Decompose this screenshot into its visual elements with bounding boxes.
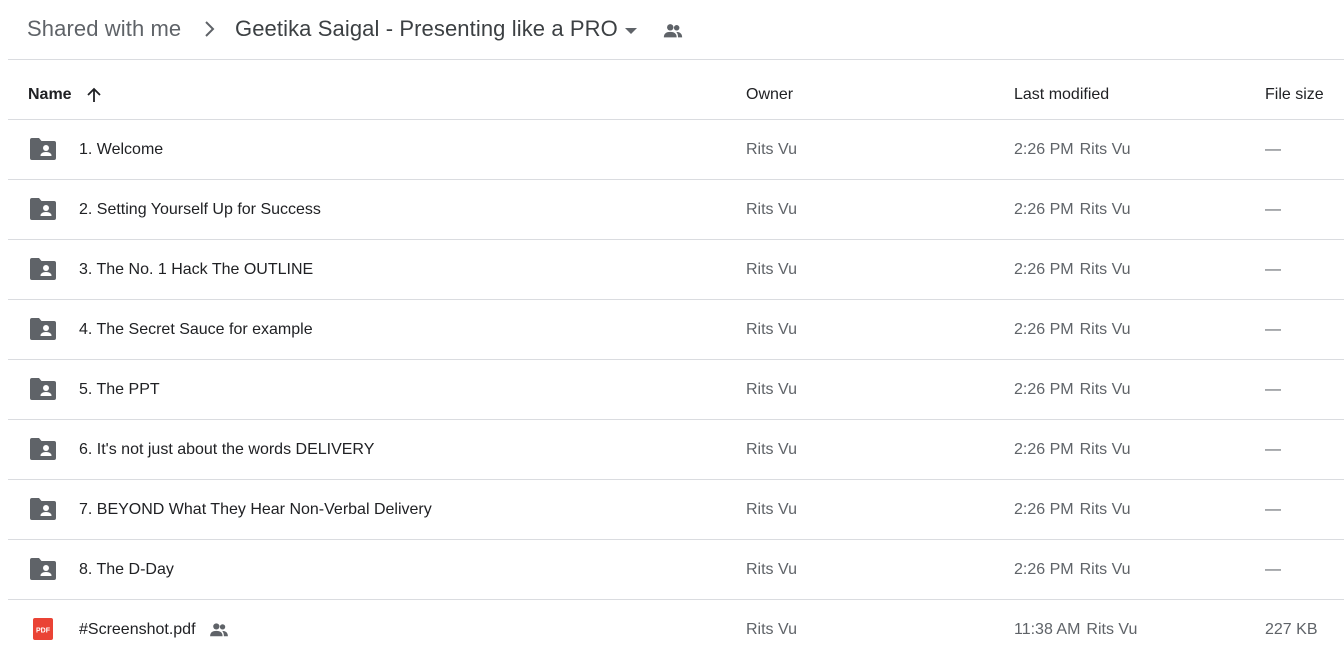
people-icon: [210, 623, 228, 637]
modified-by: Rits Vu: [1079, 441, 1131, 458]
file-row[interactable]: 8. The D-Day Rits Vu 2:26 PM Rits Vu —: [8, 540, 1344, 600]
file-name: 2. Setting Yourself Up for Success: [79, 201, 321, 218]
modified-time: 11:38 AM: [1014, 621, 1081, 638]
file-size: 227 KB: [1265, 621, 1318, 638]
shared-folder-icon: [30, 198, 56, 220]
file-size: —: [1265, 141, 1281, 158]
file-name: 7. BEYOND What They Hear Non-Verbal Deli…: [79, 501, 432, 518]
modified-by: Rits Vu: [1079, 321, 1131, 338]
arrow-up-icon[interactable]: [85, 86, 103, 104]
modified-time: 2:26 PM: [1014, 441, 1074, 458]
file-modified: 2:26 PM Rits Vu: [1014, 201, 1131, 219]
file-row[interactable]: 2. Setting Yourself Up for Success Rits …: [8, 180, 1344, 240]
file-row[interactable]: 6. It's not just about the words DELIVER…: [8, 420, 1344, 480]
file-modified: 2:26 PM Rits Vu: [1014, 261, 1131, 279]
file-name: 8. The D-Day: [79, 561, 174, 578]
file-size: —: [1265, 201, 1281, 218]
people-icon[interactable]: [662, 22, 684, 40]
file-modified: 2:26 PM Rits Vu: [1014, 561, 1131, 579]
file-owner: Rits Vu: [746, 141, 797, 158]
file-size: —: [1265, 561, 1281, 578]
file-row[interactable]: 4. The Secret Sauce for example Rits Vu …: [8, 300, 1344, 360]
modified-by: Rits Vu: [1079, 141, 1131, 158]
file-row[interactable]: 7. BEYOND What They Hear Non-Verbal Deli…: [8, 480, 1344, 540]
shared-folder-icon: [30, 378, 56, 400]
shared-folder-icon: [30, 258, 56, 280]
column-header-name[interactable]: Name: [28, 86, 72, 104]
file-modified: 2:26 PM Rits Vu: [1014, 441, 1131, 459]
caret-down-icon[interactable]: [624, 27, 638, 35]
file-size: —: [1265, 501, 1281, 518]
modified-by: Rits Vu: [1079, 381, 1131, 398]
modified-by: Rits Vu: [1086, 621, 1138, 638]
file-modified: 2:26 PM Rits Vu: [1014, 381, 1131, 399]
modified-time: 2:26 PM: [1014, 141, 1074, 158]
file-owner: Rits Vu: [746, 621, 797, 638]
column-header-row: Name Owner Last modified File size: [8, 60, 1344, 120]
file-size: —: [1265, 381, 1281, 398]
file-name: 5. The PPT: [79, 381, 160, 398]
file-modified: 2:26 PM Rits Vu: [1014, 141, 1131, 159]
file-owner: Rits Vu: [746, 201, 797, 218]
modified-time: 2:26 PM: [1014, 321, 1074, 338]
file-name: 3. The No. 1 Hack The OUTLINE: [79, 261, 314, 278]
modified-time: 2:26 PM: [1014, 201, 1074, 218]
modified-time: 2:26 PM: [1014, 261, 1074, 278]
file-owner: Rits Vu: [746, 261, 797, 278]
file-size: —: [1265, 261, 1281, 278]
file-modified: 2:26 PM Rits Vu: [1014, 501, 1131, 519]
pdf-icon-label: PDF: [36, 628, 51, 635]
modified-time: 2:26 PM: [1014, 501, 1074, 518]
file-owner: Rits Vu: [746, 321, 797, 338]
modified-by: Rits Vu: [1079, 261, 1131, 278]
file-modified: 2:26 PM Rits Vu: [1014, 321, 1131, 339]
file-row[interactable]: 3. The No. 1 Hack The OUTLINE Rits Vu 2:…: [8, 240, 1344, 300]
shared-folder-icon: [30, 138, 56, 160]
file-owner: Rits Vu: [746, 441, 797, 458]
modified-by: Rits Vu: [1079, 201, 1131, 218]
file-name: #Screenshot.pdf: [79, 621, 196, 638]
file-modified: 11:38 AM Rits Vu: [1014, 621, 1137, 639]
breadcrumb-shared-with-me[interactable]: Shared with me: [27, 16, 181, 42]
file-row[interactable]: 1. Welcome Rits Vu 2:26 PM Rits Vu —: [8, 120, 1344, 180]
file-owner: Rits Vu: [746, 561, 797, 578]
file-size: —: [1265, 321, 1281, 338]
chevron-right-icon: [205, 21, 215, 37]
file-row[interactable]: PDF #Screenshot.pdf Rits Vu 11:38 AM Rits…: [8, 600, 1344, 648]
file-list: 1. Welcome Rits Vu 2:26 PM Rits Vu — 2. S…: [8, 120, 1344, 648]
pdf-icon: PDF: [33, 618, 53, 640]
file-name: 4. The Secret Sauce for example: [79, 321, 313, 338]
shared-folder-icon: [30, 438, 56, 460]
column-header-owner[interactable]: Owner: [746, 86, 793, 104]
breadcrumb-current-folder[interactable]: Geetika Saigal - Presenting like a PRO: [235, 16, 618, 42]
modified-time: 2:26 PM: [1014, 561, 1074, 578]
modified-by: Rits Vu: [1079, 561, 1131, 578]
file-name: 6. It's not just about the words DELIVER…: [79, 441, 375, 458]
breadcrumb: Shared with me Geetika Saigal - Presenti…: [0, 0, 1344, 60]
file-name: 1. Welcome: [79, 141, 164, 158]
shared-folder-icon: [30, 558, 56, 580]
column-header-last-modified[interactable]: Last modified: [1014, 86, 1109, 104]
shared-folder-icon: [30, 318, 56, 340]
modified-by: Rits Vu: [1079, 501, 1131, 518]
file-row[interactable]: 5. The PPT Rits Vu 2:26 PM Rits Vu —: [8, 360, 1344, 420]
column-header-file-size[interactable]: File size: [1265, 86, 1324, 104]
file-owner: Rits Vu: [746, 501, 797, 518]
modified-time: 2:26 PM: [1014, 381, 1074, 398]
shared-folder-icon: [30, 498, 56, 520]
file-owner: Rits Vu: [746, 381, 797, 398]
file-size: —: [1265, 441, 1281, 458]
